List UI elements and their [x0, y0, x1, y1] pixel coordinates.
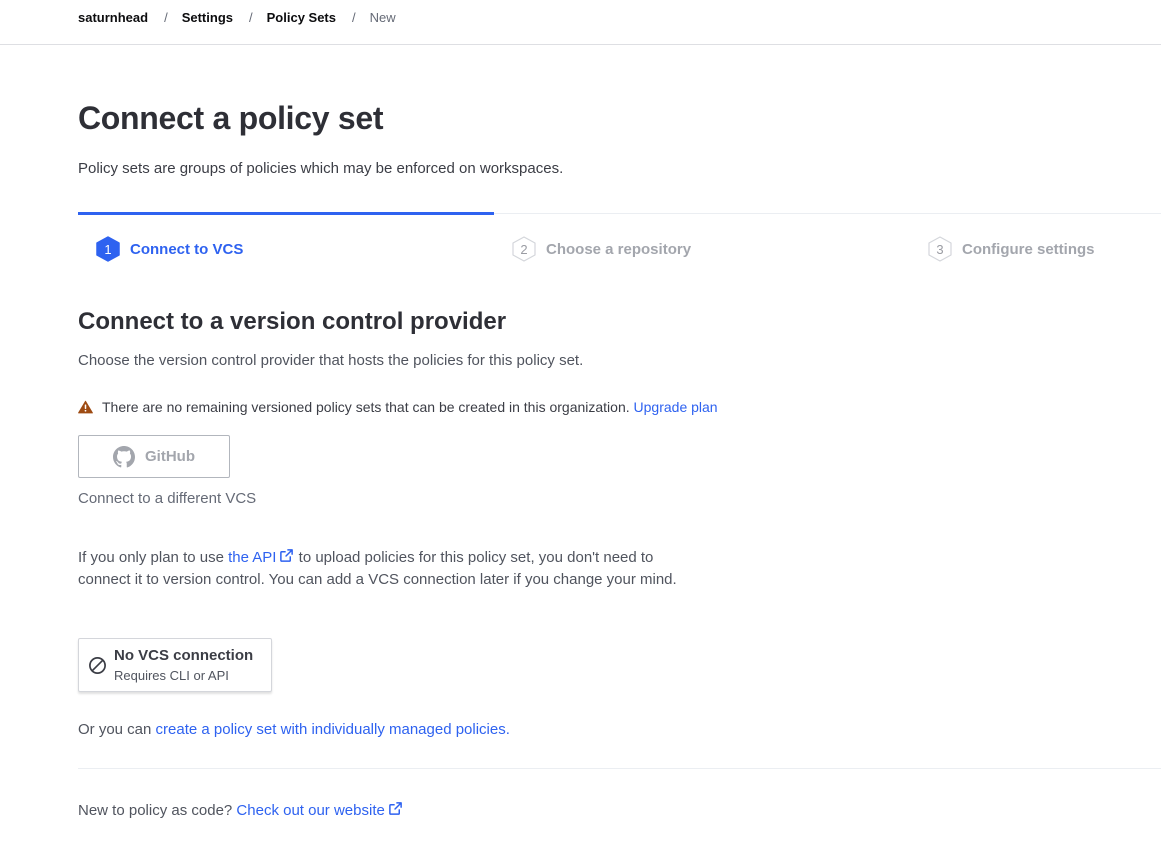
no-vcs-connection-button[interactable]: No VCS connection Requires CLI or API — [78, 638, 272, 692]
external-link-icon — [280, 549, 294, 562]
breadcrumb-settings[interactable]: Settings — [182, 10, 233, 25]
the-api-link[interactable]: the API — [228, 549, 294, 566]
page-title: Connect a policy set — [78, 100, 384, 136]
page-description: Policy sets are groups of policies which… — [78, 160, 564, 177]
top-bar: saturnhead / Settings / Policy Sets / Ne… — [0, 0, 1161, 45]
connect-different-vcs-text: Connect to a different VCS — [78, 490, 257, 507]
github-button-label: GitHub — [145, 448, 195, 465]
external-link-icon — [388, 802, 402, 815]
step-choose-repository: 2 Choose a repository — [512, 236, 691, 262]
stepper: 1 Connect to VCS 2 Choose a repository 3… — [78, 212, 1161, 273]
section-description: Choose the version control provider that… — [78, 352, 584, 369]
step-label: Choose a repository — [546, 240, 692, 258]
alternative-option-text: Or you can create a policy set with indi… — [78, 721, 510, 738]
breadcrumb-separator: / — [164, 10, 168, 25]
prohibited-icon — [89, 656, 106, 674]
no-vcs-title: No VCS connection — [114, 647, 254, 664]
breadcrumb-separator: / — [352, 10, 356, 25]
github-button[interactable]: GitHub — [78, 435, 230, 478]
no-vcs-subtitle: Requires CLI or API — [114, 668, 229, 683]
step-number-badge: 1 — [96, 236, 120, 262]
step-label: Configure settings — [962, 240, 1095, 258]
step-connect-to-vcs[interactable]: 1 Connect to VCS — [96, 236, 243, 262]
footer-text: New to policy as code? Check out our web… — [78, 801, 403, 819]
breadcrumb-organization[interactable]: saturnhead — [78, 10, 148, 25]
divider — [78, 768, 1161, 769]
step-number-badge: 3 — [928, 236, 952, 262]
github-icon — [113, 445, 135, 467]
breadcrumb-separator: / — [249, 10, 253, 25]
breadcrumb: saturnhead / Settings / Policy Sets / Ne… — [78, 10, 396, 25]
section-title: Connect to a version control provider — [78, 308, 507, 335]
warning-message: There are no remaining versioned policy … — [78, 399, 718, 415]
check-out-website-link[interactable]: Check out our website — [236, 802, 402, 819]
breadcrumb-current: New — [369, 10, 396, 25]
breadcrumb-policy-sets[interactable]: Policy Sets — [267, 10, 336, 25]
warning-text: There are no remaining versioned policy … — [102, 399, 630, 415]
stepper-progress-bar — [78, 212, 494, 215]
individually-managed-policies-link[interactable]: create a policy set with individually ma… — [156, 721, 510, 738]
upgrade-plan-link[interactable]: Upgrade plan — [634, 399, 718, 415]
step-label: Connect to VCS — [130, 240, 244, 258]
step-number-badge: 2 — [512, 236, 536, 262]
step-configure-settings: 3 Configure settings — [928, 236, 1095, 262]
warning-triangle-icon — [78, 400, 93, 414]
api-paragraph: If you only plan to use the API to uploa… — [78, 549, 677, 588]
